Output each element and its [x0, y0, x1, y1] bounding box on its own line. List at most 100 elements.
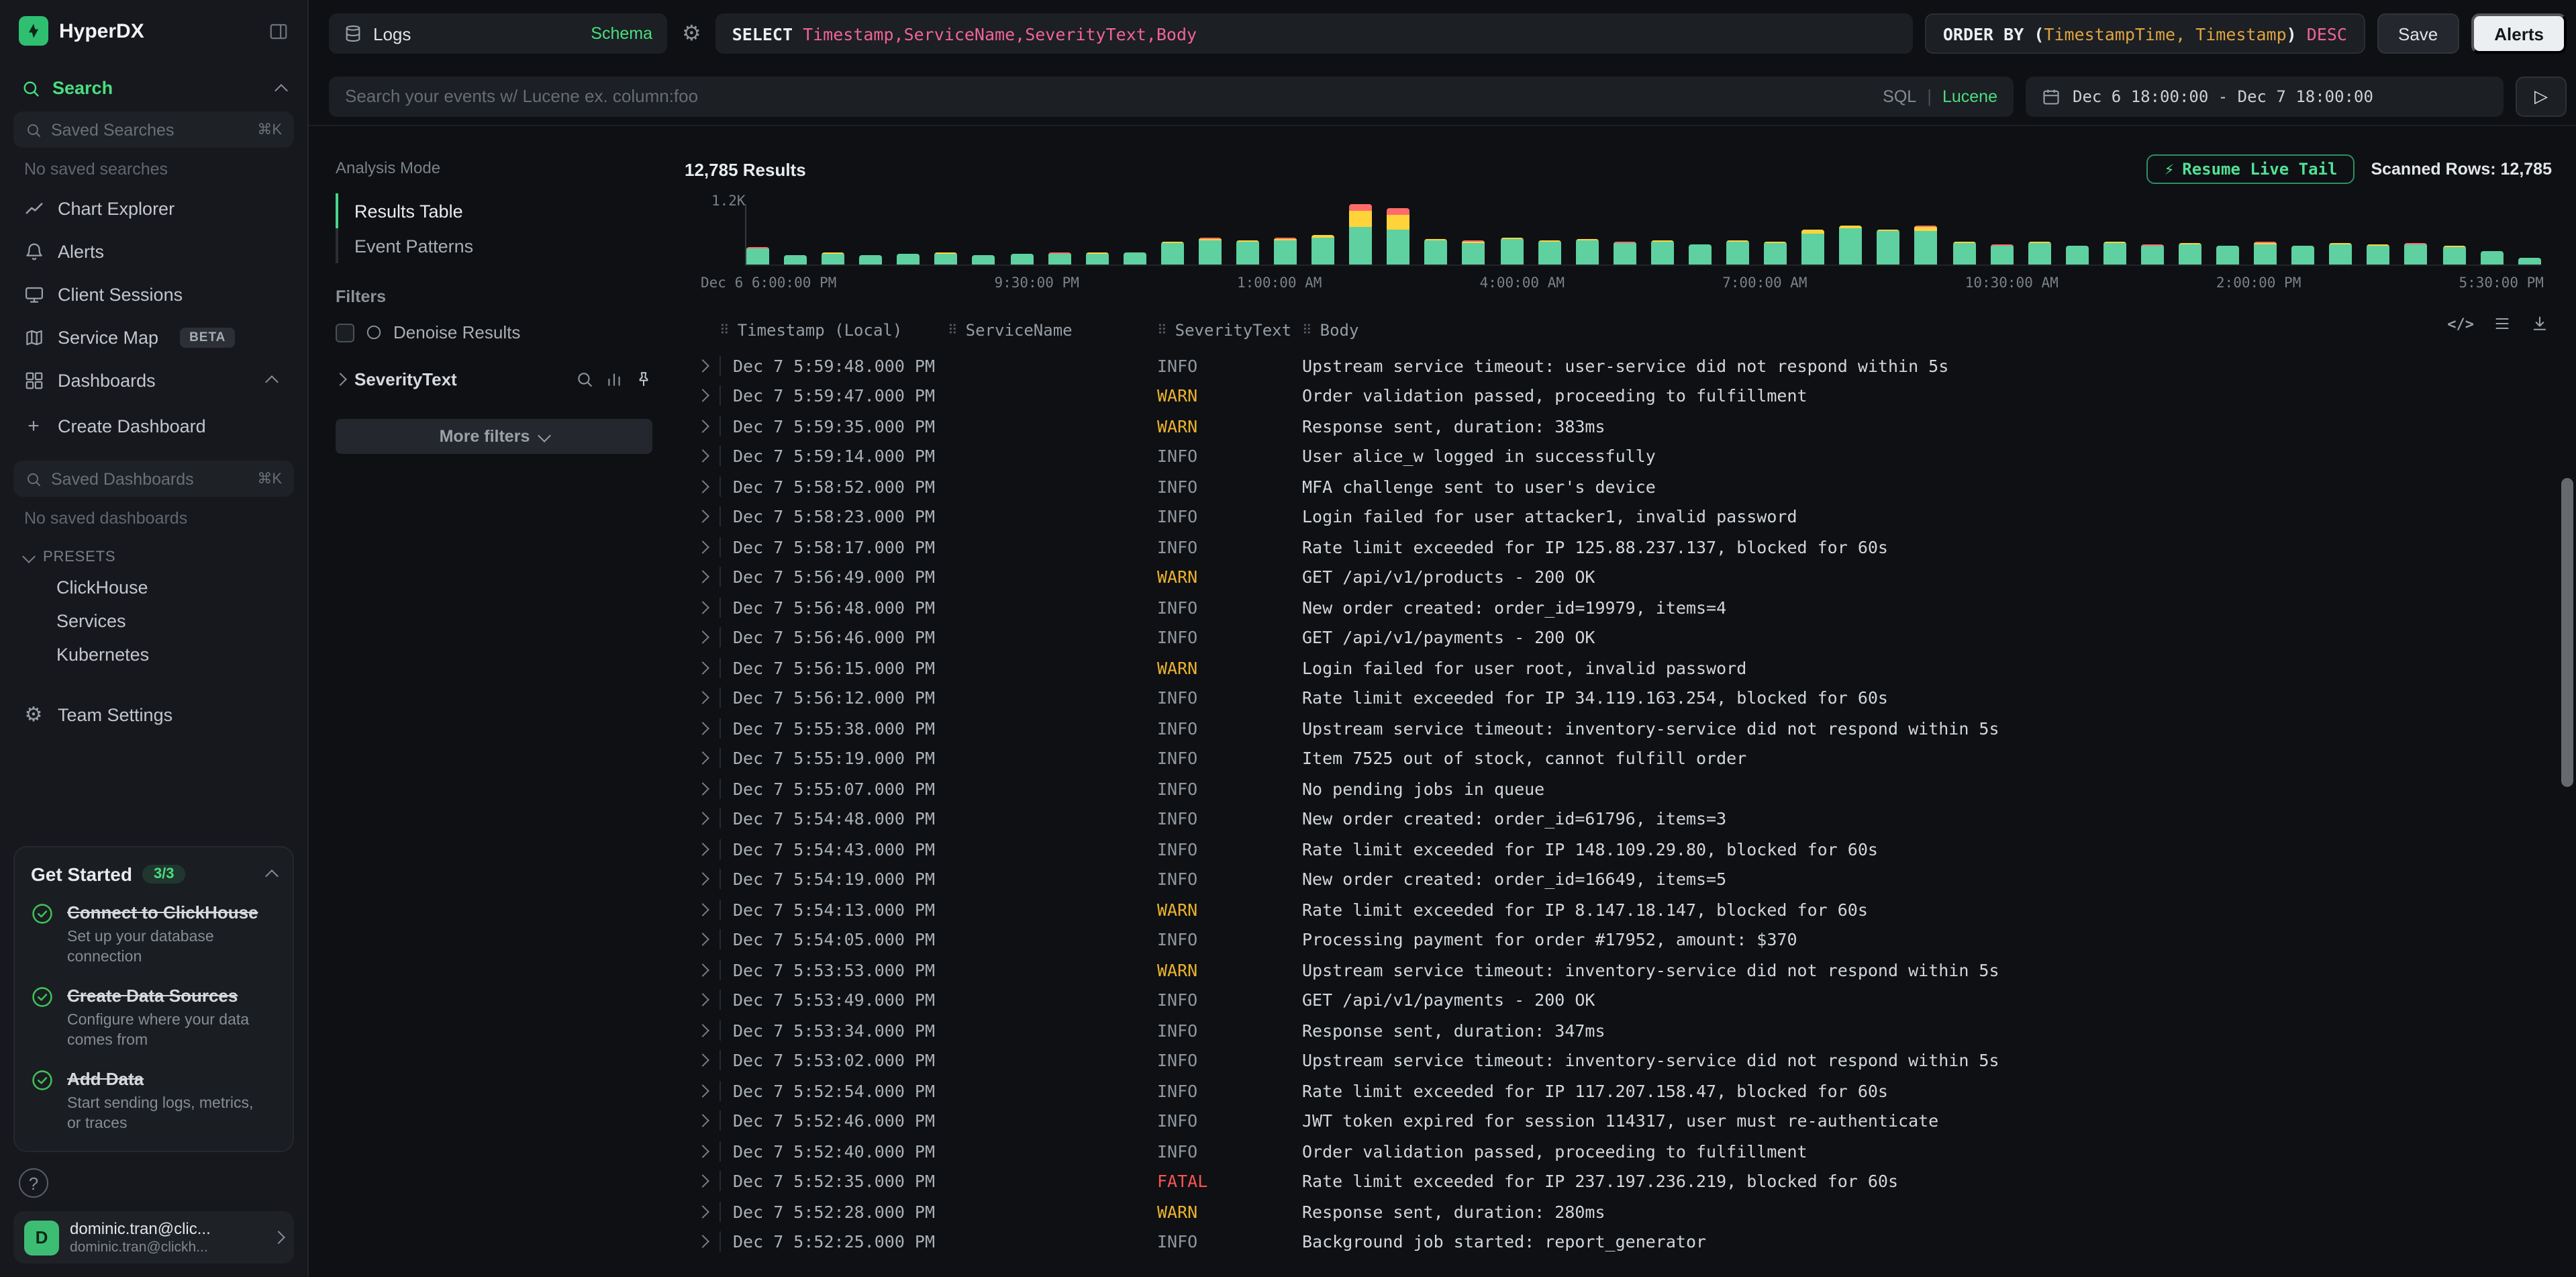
log-row[interactable]: Dec 7 5:52:28.000 PM WARN Response sent,…: [685, 1196, 2552, 1227]
row-expand-chevron-icon[interactable]: [685, 603, 720, 612]
log-row[interactable]: Dec 7 5:52:54.000 PM INFO Rate limit exc…: [685, 1076, 2552, 1106]
chevron-up-icon[interactable]: [275, 83, 288, 97]
preset-item-services[interactable]: Services: [13, 604, 294, 638]
log-row[interactable]: Dec 7 5:54:13.000 PM WARN Rate limit exc…: [685, 894, 2552, 925]
resume-live-tail-button[interactable]: ⚡ Resume Live Tail: [2147, 154, 2355, 184]
log-row[interactable]: Dec 7 5:59:47.000 PM WARN Order validati…: [685, 381, 2552, 411]
log-row[interactable]: Dec 7 5:56:48.000 PM INFO New order crea…: [685, 592, 2552, 622]
log-row[interactable]: Dec 7 5:55:38.000 PM INFO Upstream servi…: [685, 713, 2552, 743]
column-header-severitytext[interactable]: ⠿SeverityText: [1157, 321, 1302, 340]
code-view-icon[interactable]: </>: [2447, 315, 2474, 332]
column-header-body[interactable]: ⠿Body: [1302, 321, 2552, 340]
sidebar-item-service-map[interactable]: Service Map BETA: [13, 316, 294, 359]
row-expand-chevron-icon[interactable]: [685, 422, 720, 431]
log-row[interactable]: Dec 7 5:54:05.000 PM INFO Processing pay…: [685, 925, 2552, 955]
mode-sql-toggle[interactable]: SQL: [1883, 87, 1916, 105]
log-row[interactable]: Dec 7 5:59:35.000 PM WARN Response sent,…: [685, 411, 2552, 441]
sidebar-item-alerts[interactable]: Alerts: [13, 230, 294, 273]
log-row[interactable]: Dec 7 5:55:19.000 PM INFO Item 7525 out …: [685, 743, 2552, 773]
sql-select-input[interactable]: SELECT Timestamp,ServiceName,SeverityTex…: [716, 13, 1914, 54]
schema-link[interactable]: Schema: [591, 24, 652, 43]
row-density-icon[interactable]: [2493, 314, 2512, 333]
row-expand-chevron-icon[interactable]: [685, 996, 720, 1005]
vertical-scrollbar[interactable]: [2561, 328, 2573, 1277]
row-expand-chevron-icon[interactable]: [685, 845, 720, 854]
sidebar-item-chart-explorer[interactable]: Chart Explorer: [13, 187, 294, 230]
sidebar-item-dashboards[interactable]: Dashboards: [13, 359, 294, 401]
row-expand-chevron-icon[interactable]: [685, 361, 720, 371]
row-expand-chevron-icon[interactable]: [685, 1237, 720, 1247]
mode-results-table[interactable]: Results Table: [336, 193, 652, 228]
row-expand-chevron-icon[interactable]: [685, 1147, 720, 1156]
sidebar-item-client-sessions[interactable]: Client Sessions: [13, 273, 294, 316]
download-icon[interactable]: [2530, 314, 2549, 333]
chevron-up-icon[interactable]: [265, 869, 279, 882]
drag-handle-icon[interactable]: ⠿: [720, 323, 730, 338]
log-row[interactable]: Dec 7 5:54:48.000 PM INFO New order crea…: [685, 804, 2552, 834]
saved-searches-input[interactable]: Saved Searches ⌘K: [13, 111, 294, 148]
sidebar-item-team-settings[interactable]: ⚙ Team Settings: [13, 693, 294, 736]
log-row[interactable]: Dec 7 5:58:52.000 PM INFO MFA challenge …: [685, 471, 2552, 502]
row-expand-chevron-icon[interactable]: [685, 452, 720, 461]
log-row[interactable]: Dec 7 5:58:17.000 PM INFO Rate limit exc…: [685, 532, 2552, 562]
time-range-picker[interactable]: Dec 6 18:00:00 - Dec 7 18:00:00: [2026, 76, 2504, 116]
denoise-checkbox[interactable]: [336, 323, 354, 342]
mode-lucene-toggle[interactable]: Lucene: [1942, 87, 1997, 105]
row-expand-chevron-icon[interactable]: [685, 1056, 720, 1066]
event-search-input[interactable]: [345, 86, 1872, 106]
facet-search-icon[interactable]: [576, 371, 593, 388]
log-row[interactable]: Dec 7 5:59:14.000 PM INFO User alice_w l…: [685, 441, 2552, 471]
get-started-header[interactable]: Get Started 3/3: [31, 863, 277, 884]
pin-icon[interactable]: [635, 371, 652, 388]
preset-item-clickhouse[interactable]: ClickHouse: [13, 571, 294, 604]
log-row[interactable]: Dec 7 5:59:48.000 PM INFO Upstream servi…: [685, 350, 2552, 381]
log-row[interactable]: Dec 7 5:53:53.000 PM WARN Upstream servi…: [685, 955, 2552, 985]
row-expand-chevron-icon[interactable]: [685, 482, 720, 491]
facet-severitytext[interactable]: SeverityText: [336, 369, 652, 389]
row-expand-chevron-icon[interactable]: [685, 784, 720, 794]
denoise-row[interactable]: Denoise Results: [336, 322, 652, 342]
log-row[interactable]: Dec 7 5:53:34.000 PM INFO Response sent,…: [685, 1015, 2552, 1045]
facet-chart-icon[interactable]: [605, 371, 623, 388]
row-expand-chevron-icon[interactable]: [685, 724, 720, 733]
row-expand-chevron-icon[interactable]: [685, 754, 720, 763]
preset-item-kubernetes[interactable]: Kubernetes: [13, 638, 294, 671]
log-row[interactable]: Dec 7 5:56:46.000 PM INFO GET /api/v1/pa…: [685, 622, 2552, 653]
order-by-display[interactable]: ORDER BY (TimestampTime, Timestamp) DESC: [1926, 13, 2365, 54]
drag-handle-icon[interactable]: ⠿: [948, 323, 958, 338]
row-expand-chevron-icon[interactable]: [685, 1207, 720, 1217]
row-expand-chevron-icon[interactable]: [685, 905, 720, 914]
log-row[interactable]: Dec 7 5:54:19.000 PM INFO New order crea…: [685, 864, 2552, 894]
alerts-button[interactable]: Alerts: [2471, 13, 2567, 54]
drag-handle-icon[interactable]: ⠿: [1157, 323, 1167, 338]
save-button[interactable]: Save: [2377, 13, 2459, 54]
event-search-box[interactable]: SQL | Lucene: [329, 76, 2014, 116]
run-query-button[interactable]: ▷: [2516, 76, 2567, 116]
row-expand-chevron-icon[interactable]: [685, 935, 720, 945]
source-settings-gear-icon[interactable]: ⚙: [679, 20, 704, 47]
column-header-timestamp[interactable]: ⠿Timestamp (Local): [720, 321, 948, 340]
create-dashboard-button[interactable]: + Create Dashboard: [13, 404, 294, 447]
row-expand-chevron-icon[interactable]: [685, 965, 720, 975]
log-row[interactable]: Dec 7 5:52:40.000 PM INFO Order validati…: [685, 1136, 2552, 1166]
log-row[interactable]: Dec 7 5:54:43.000 PM INFO Rate limit exc…: [685, 834, 2552, 864]
row-expand-chevron-icon[interactable]: [685, 1177, 720, 1186]
log-row[interactable]: Dec 7 5:52:25.000 PM INFO Background job…: [685, 1227, 2552, 1257]
log-row[interactable]: Dec 7 5:56:15.000 PM WARN Login failed f…: [685, 653, 2552, 683]
sidebar-item-search[interactable]: Search: [13, 78, 294, 98]
saved-dashboards-input[interactable]: Saved Dashboards ⌘K: [13, 461, 294, 497]
user-menu[interactable]: D dominic.tran@clic... dominic.tran@clic…: [13, 1211, 294, 1264]
presets-toggle[interactable]: PRESETS: [13, 536, 294, 571]
help-button[interactable]: ?: [19, 1168, 48, 1198]
log-row[interactable]: Dec 7 5:53:49.000 PM INFO GET /api/v1/pa…: [685, 985, 2552, 1015]
row-expand-chevron-icon[interactable]: [685, 663, 720, 673]
row-expand-chevron-icon[interactable]: [685, 875, 720, 884]
column-header-servicename[interactable]: ⠿ServiceName: [948, 321, 1157, 340]
row-expand-chevron-icon[interactable]: [685, 1086, 720, 1096]
row-expand-chevron-icon[interactable]: [685, 814, 720, 824]
more-filters-button[interactable]: More filters: [336, 419, 652, 454]
source-select[interactable]: Logs Schema: [329, 13, 667, 54]
log-row[interactable]: Dec 7 5:56:49.000 PM WARN GET /api/v1/pr…: [685, 562, 2552, 592]
log-row[interactable]: Dec 7 5:55:07.000 PM INFO No pending job…: [685, 773, 2552, 804]
log-row[interactable]: Dec 7 5:56:12.000 PM INFO Rate limit exc…: [685, 683, 2552, 713]
